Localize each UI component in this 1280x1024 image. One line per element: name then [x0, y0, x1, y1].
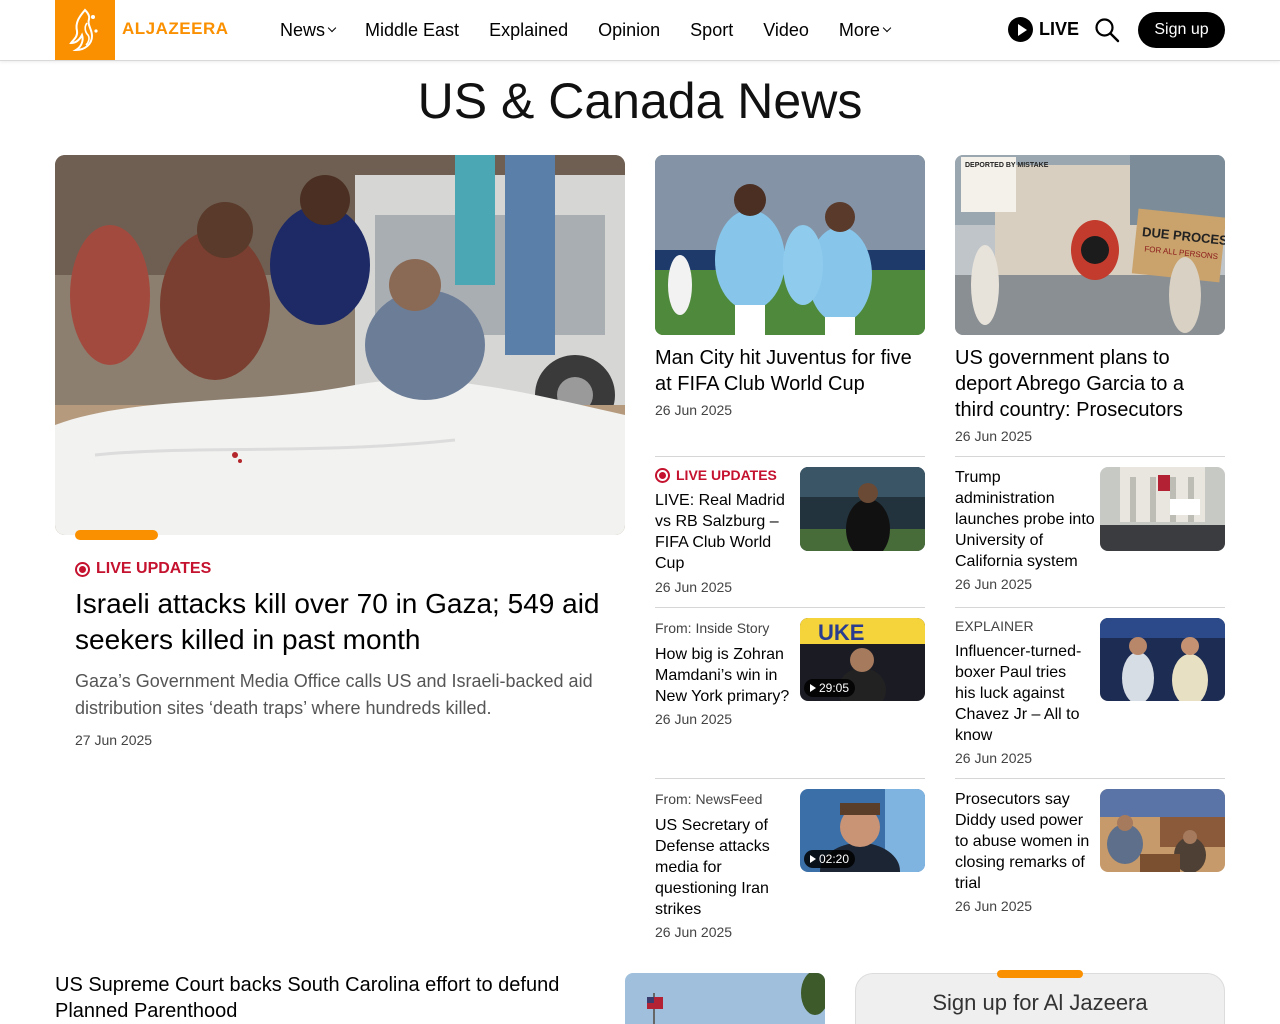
story-date: 26 Jun 2025	[655, 711, 733, 727]
story-date: 26 Jun 2025	[955, 898, 1033, 914]
mamdani-video-thumbnail[interactable]: UKE 29:05	[800, 618, 925, 701]
nav-item-explained[interactable]: Explained	[489, 20, 568, 41]
nav-item-more[interactable]: More	[838, 19, 892, 41]
story-kicker: EXPLAINER	[955, 618, 1034, 634]
live-button[interactable]: LIVE	[1008, 17, 1079, 42]
story-date: 26 Jun 2025	[655, 402, 733, 418]
nav-item-sport[interactable]: Sport	[690, 20, 733, 41]
story-kicker: From: NewsFeed	[655, 791, 763, 807]
newsletter-accent-bar	[997, 970, 1083, 978]
nav-item-opinion[interactable]: Opinion	[598, 20, 660, 41]
lead-summary: Gaza’s Government Media Office calls US …	[75, 671, 593, 718]
search-icon[interactable]	[1094, 17, 1120, 43]
mamdani-headline[interactable]: How big is Zohran Mamdani’s win in New Y…	[655, 644, 795, 707]
divider	[955, 456, 1225, 457]
story-date: 26 Jun 2025	[655, 924, 733, 940]
story-date: 26 Jun 2025	[955, 576, 1033, 592]
nav-label: Video	[763, 19, 809, 40]
live-dot-icon	[655, 467, 670, 483]
duration-label: 02:20	[819, 852, 850, 866]
nav-label: News	[280, 19, 326, 40]
play-icon	[810, 684, 816, 692]
uc-probe-headline[interactable]: Trump administration launches probe into…	[955, 467, 1095, 572]
hegseth-headline[interactable]: US Secretary of Defense attacks media fo…	[655, 815, 790, 920]
lead-headline[interactable]: Israeli attacks kill over 70 in Gaza; 54…	[75, 586, 610, 658]
abrego-garcia-protest-image[interactable]: DEPORTED BY MISTAKE DUE PROCESS FOR ALL …	[955, 155, 1225, 335]
nav-label: Explained	[489, 19, 569, 40]
live-tag-label: LIVE UPDATES	[96, 560, 212, 577]
divider	[655, 456, 925, 457]
real-madrid-headline[interactable]: LIVE: Real Madrid vs RB Salzburg – FIFA …	[655, 490, 790, 574]
divider	[955, 607, 1225, 608]
story-date: 26 Jun 2025	[955, 750, 1033, 766]
diddy-courtroom-sketch[interactable]	[1100, 789, 1225, 872]
supreme-court-image[interactable]	[625, 973, 825, 1024]
live-label: LIVE	[1039, 19, 1080, 39]
nav-item-news[interactable]: News	[280, 19, 337, 41]
paul-chavez-headline[interactable]: Influencer-turned-boxer Paul tries his l…	[955, 641, 1090, 746]
logo-wordmark[interactable]: ALJAZEERA	[122, 19, 229, 39]
page-title: US & Canada News	[417, 73, 863, 129]
nav-item-video[interactable]: Video	[763, 20, 809, 41]
aljazeera-logo[interactable]	[55, 0, 115, 60]
story-date: 26 Jun 2025	[955, 428, 1033, 444]
nav-label: Sport	[690, 19, 734, 40]
signup-button[interactable]: Sign up	[1138, 12, 1225, 48]
nav-label: Middle East	[365, 19, 460, 40]
newsletter-title: Sign up for Al Jazeera	[932, 990, 1148, 1015]
play-icon	[1008, 17, 1033, 42]
paul-chavez-image[interactable]	[1100, 618, 1225, 701]
hegseth-video-thumbnail[interactable]: 02:20	[800, 789, 925, 872]
story-kicker: From: Inside Story	[655, 620, 770, 636]
svg-text:UKE: UKE	[818, 620, 864, 645]
lead-story-image[interactable]	[55, 155, 625, 535]
real-madrid-image[interactable]	[800, 467, 925, 551]
story-date: 26 Jun 2025	[655, 579, 733, 595]
divider	[955, 778, 1225, 779]
svg-text:DEPORTED BY MISTAKE: DEPORTED BY MISTAKE	[965, 162, 1049, 169]
live-dot-icon	[75, 561, 90, 577]
nav-label: More	[838, 19, 880, 40]
chevron-down-icon	[882, 23, 892, 33]
abrego-garcia-headline[interactable]: US government plans to deport Abrego Gar…	[955, 345, 1225, 423]
video-duration: 02:20	[804, 850, 856, 868]
live-updates-tag: LIVE UPDATES	[75, 560, 211, 578]
main-nav: News Middle East Explained Opinion Sport…	[280, 0, 920, 60]
man-city-headline[interactable]: Man City hit Juventus for five at FIFA C…	[655, 345, 925, 397]
nav-label: Opinion	[598, 19, 661, 40]
nav-item-middle-east[interactable]: Middle East	[365, 20, 459, 41]
uc-probe-image[interactable]	[1100, 467, 1225, 551]
live-updates-tag: LIVE UPDATES	[655, 467, 777, 483]
live-tag-label: LIVE UPDATES	[676, 467, 777, 483]
play-icon	[810, 855, 816, 863]
divider	[655, 607, 925, 608]
video-duration: 29:05	[804, 679, 856, 697]
lead-accent-bar	[75, 530, 158, 540]
duration-label: 29:05	[819, 681, 850, 695]
aljazeera-logo-icon	[69, 8, 98, 52]
supreme-court-headline[interactable]: US Supreme Court backs South Carolina ef…	[55, 972, 595, 1024]
man-city-image[interactable]	[655, 155, 925, 335]
chevron-down-icon	[327, 23, 337, 33]
lead-date: 27 Jun 2025	[75, 732, 153, 748]
diddy-headline[interactable]: Prosecutors say Diddy used power to abus…	[955, 789, 1095, 894]
site-header: ALJAZEERA News Middle East Explained Opi…	[0, 0, 1280, 61]
divider	[655, 778, 925, 779]
